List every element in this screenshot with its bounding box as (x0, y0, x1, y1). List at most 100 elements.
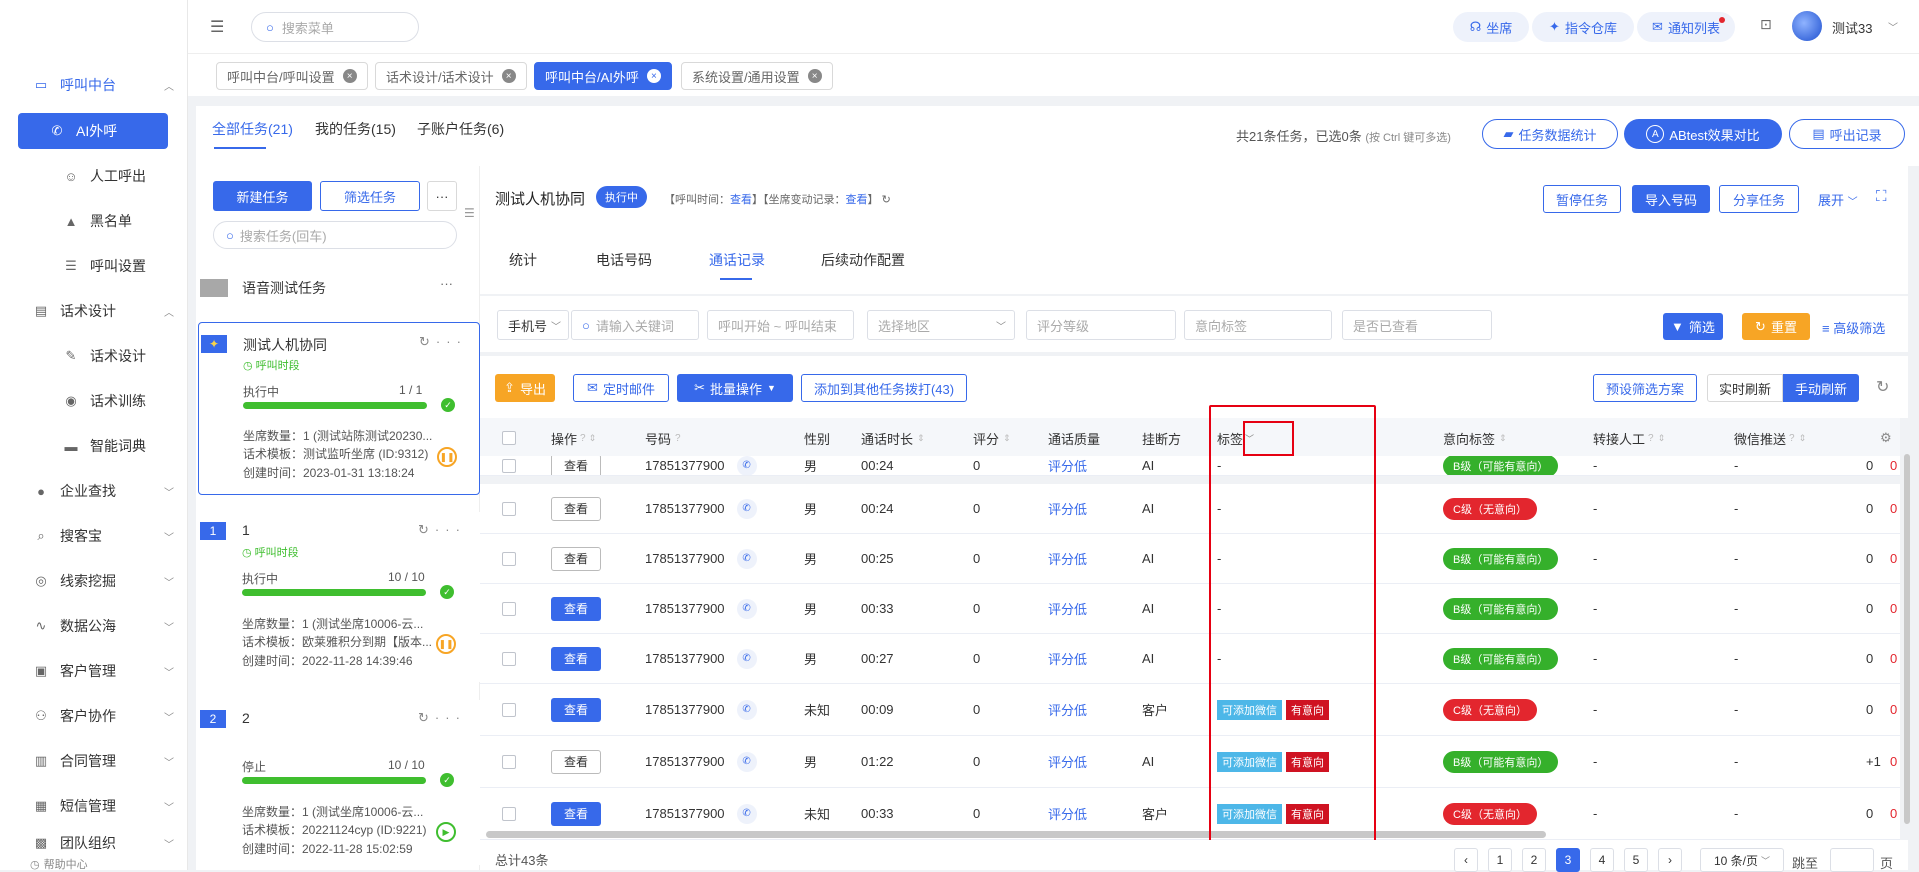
view-button[interactable]: 查看 (551, 697, 601, 722)
table-row[interactable]: 查看 17851377900 ✆ 男 00:24 0 评分低 AI - B级（可能… (480, 456, 1900, 476)
sort-icon[interactable]: ⇕ (589, 433, 597, 444)
page-5[interactable]: 5 (1624, 848, 1648, 872)
date-range-picker[interactable]: 呼叫开始 ~ 呼叫结束 (707, 310, 854, 340)
pause-icon[interactable]: ❚❚ (437, 447, 457, 467)
sidebar-item-blacklist[interactable]: ▲ 黑名单 (16, 203, 184, 239)
realtime-refresh-button[interactable]: 实时刷新 (1707, 374, 1783, 402)
filter-tasks-button[interactable]: 筛选任务 (320, 181, 420, 211)
task-card[interactable]: 1 1 ↻··· ◷ 呼叫时段 执行中 10 / 10 ✓ 坐席数量：1 (测试… (198, 512, 480, 682)
instruction-warehouse-button[interactable]: ✦ 指令仓库 (1532, 12, 1634, 42)
view-button[interactable]: 查看 (551, 546, 601, 571)
view-button[interactable]: 查看 (551, 749, 601, 774)
screen-icon[interactable]: ⊡ (1760, 16, 1772, 33)
close-icon[interactable]: × (501, 69, 516, 83)
expand-toggle[interactable]: 展开 ﹀ (1818, 190, 1858, 209)
sidebar-item-manual-call[interactable]: ☺ 人工呼出 (16, 158, 184, 194)
sort-icon[interactable]: ⇕ (1499, 433, 1507, 444)
subtab-stats[interactable]: 统计 (509, 250, 537, 270)
task-card-actions[interactable]: ↻··· (418, 710, 466, 726)
phone-call-icon[interactable]: ✆ (736, 598, 757, 619)
tab-all-tasks[interactable]: 全部任务(21) (212, 119, 293, 139)
preset-filter-button[interactable]: 预设筛选方案 (1593, 374, 1697, 402)
sidebar-item-call-settings[interactable]: ☰ 呼叫设置 (16, 248, 184, 284)
phone-call-icon[interactable]: ✆ (736, 456, 757, 475)
scheduled-mail-button[interactable]: ✉ 定时邮件 (573, 374, 669, 402)
sidebar-item-ai-outbound[interactable]: ✆ AI外呼 (18, 113, 168, 149)
pause-task-button[interactable]: 暂停任务 (1543, 185, 1621, 213)
sidebar-item-company-search[interactable]: ● 企业查找 ﹀ (16, 473, 184, 509)
row-quality[interactable]: 评分低 (1048, 584, 1087, 633)
task-card-actions[interactable]: ↻··· (418, 522, 466, 538)
task-card[interactable]: 2 2 ↻··· 停止 10 / 10 ✓ 坐席数量：1 (测试坐席10006-… (198, 700, 480, 865)
grade-select[interactable]: 评分等级 (1026, 310, 1176, 340)
task-card-actions[interactable]: ↻··· (419, 334, 467, 350)
close-icon[interactable]: × (807, 69, 822, 83)
tag-script-design[interactable]: 话术设计/话术设计 × (375, 62, 527, 90)
table-row[interactable]: 查看 17851377900 ✆ 男 00:27 0 评分低 AI - B级（可能… (480, 634, 1900, 684)
page-1[interactable]: 1 (1488, 848, 1512, 872)
sort-icon[interactable]: ⇕ (1003, 433, 1011, 444)
row-checkbox[interactable] (502, 584, 516, 633)
row-quality[interactable]: 评分低 (1048, 634, 1087, 683)
collapse-menu-icon[interactable]: ☰ (210, 17, 224, 37)
table-row[interactable]: 查看 17851377900 ✆ 男 00:25 0 评分低 AI - B级（可能… (480, 534, 1900, 584)
phone-type-select[interactable]: 手机号 ﹀ (497, 310, 569, 340)
chevron-down-icon[interactable]: ﹀ (1888, 19, 1898, 34)
more-button[interactable]: ··· (427, 181, 457, 211)
table-row[interactable]: 查看 17851377900 ✆ 男 00:33 0 评分低 AI - B级（可能… (480, 584, 1900, 634)
phone-call-icon[interactable]: ✆ (736, 803, 757, 824)
sidebar-item-data-pool[interactable]: ∿ 数据公海 ﹀ (16, 608, 184, 644)
view-button[interactable]: 查看 (551, 596, 601, 621)
group-more-icon[interactable]: ··· (440, 276, 453, 291)
row-checkbox[interactable] (502, 456, 516, 475)
task-group-name[interactable]: 语音测试任务 (242, 278, 326, 298)
tag-ai-outbound[interactable]: 呼叫中台/AI外呼 × (534, 62, 672, 90)
avatar[interactable] (1792, 11, 1822, 41)
refresh-icon[interactable]: ↻ (418, 710, 435, 725)
phone-call-icon[interactable]: ✆ (736, 699, 757, 720)
row-checkbox[interactable] (502, 684, 516, 735)
sort-icon[interactable]: ⇕ (917, 433, 925, 444)
refresh-icon[interactable]: ↻ (419, 334, 436, 349)
horizontal-scrollbar[interactable] (486, 831, 1546, 838)
prev-page-button[interactable]: ‹ (1454, 848, 1478, 872)
view-button[interactable]: 查看 (551, 456, 601, 475)
sidebar-item-script-training[interactable]: ◉ 话术训练 (16, 383, 184, 419)
table-row[interactable]: 查看 17851377900 ✆ 男 00:24 0 评分低 AI - C级（无意… (480, 484, 1900, 534)
call-time-view-link[interactable]: 查看 (730, 194, 752, 206)
task-search-input[interactable]: ○ 搜索任务(回车) (213, 221, 457, 249)
more-icon[interactable]: ··· (435, 522, 466, 537)
phone-call-icon[interactable]: ✆ (736, 498, 757, 519)
reset-button[interactable]: ↻ 重置 (1742, 313, 1810, 340)
sort-icon[interactable]: ⇕ (1799, 433, 1807, 444)
row-checkbox[interactable] (502, 534, 516, 583)
row-quality[interactable]: 评分低 (1048, 534, 1087, 583)
page-size-select[interactable]: 10 条/页 ﹀ (1700, 848, 1784, 872)
page-4[interactable]: 4 (1590, 848, 1614, 872)
new-task-button[interactable]: 新建任务 (213, 181, 312, 211)
filter-button[interactable]: ▼ 筛选 (1663, 313, 1723, 340)
sidebar-item-sms-mgmt[interactable]: ▦ 短信管理 ﹀ (16, 788, 184, 824)
import-numbers-button[interactable]: 导入号码 (1632, 185, 1710, 213)
row-quality[interactable]: 评分低 (1048, 484, 1087, 533)
sidebar-item-soukebao[interactable]: ⌕ 搜客宝 ﹀ (16, 518, 184, 554)
close-icon[interactable]: × (646, 69, 661, 83)
viewed-select[interactable]: 是否已查看 (1342, 310, 1492, 340)
sidebar-item-customer-collab[interactable]: ⚇ 客户协作 ﹀ (16, 698, 184, 734)
username[interactable]: 测试33 (1832, 18, 1872, 37)
seat-button[interactable]: ☊ 坐席 (1453, 12, 1529, 42)
sidebar-item-script-design[interactable]: ▤ 话术设计 ︿ (16, 293, 184, 329)
refresh-icon[interactable]: ↻ (882, 194, 891, 206)
manual-refresh-button[interactable]: 手动刷新 (1783, 374, 1859, 402)
subtab-call-records[interactable]: 通话记录 (709, 250, 765, 270)
subtab-followup-config[interactable]: 后续动作配置 (821, 250, 905, 270)
sidebar-item-customer-mgmt[interactable]: ▣ 客户管理 ﹀ (16, 653, 184, 689)
tab-my-tasks[interactable]: 我的任务(15) (315, 119, 396, 139)
outbound-records-button[interactable]: ▤ 呼出记录 (1789, 119, 1905, 149)
select-all-checkbox[interactable] (502, 418, 516, 458)
sidebar-item-lead-mining[interactable]: ◎ 线索挖掘 ﹀ (16, 563, 184, 599)
row-checkbox[interactable] (502, 736, 516, 787)
row-checkbox[interactable] (502, 634, 516, 683)
keyword-input[interactable]: ○ 请输入关键词 (571, 310, 699, 340)
view-button[interactable]: 查看 (551, 646, 601, 671)
